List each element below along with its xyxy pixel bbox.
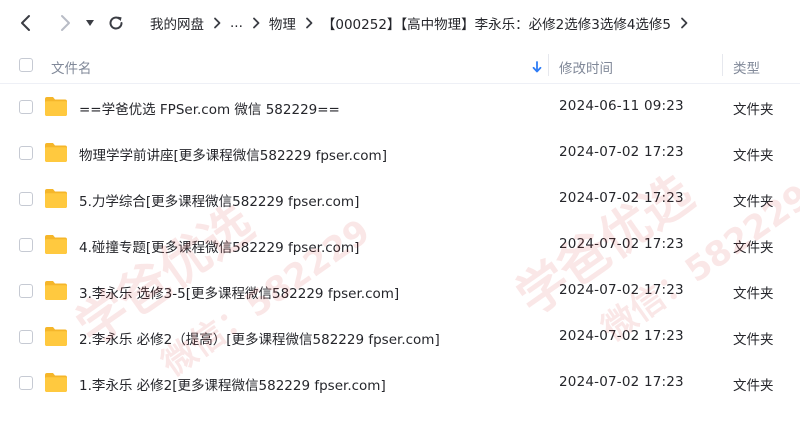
folder-icon: [45, 327, 67, 346]
breadcrumb-item-physics[interactable]: 物理: [269, 13, 296, 33]
column-header-type[interactable]: 类型: [733, 57, 760, 77]
file-row[interactable]: ==学爸优选 FPSer.com 微信 582229== 2024-06-11 …: [0, 84, 800, 130]
folder-icon: [45, 373, 67, 392]
breadcrumb-separator-icon: [252, 17, 260, 29]
file-name[interactable]: 1.李永乐 必修2[更多课程微信582229 fpser.com]: [79, 374, 386, 394]
file-type: 文件夹: [733, 148, 774, 164]
arrow-down-icon[interactable]: [532, 58, 542, 77]
file-modified-time: 2024-07-02 17:23: [559, 144, 684, 160]
breadcrumb-item-ellipsis[interactable]: ...: [230, 15, 243, 31]
breadcrumb-separator-icon: [213, 17, 221, 29]
row-checkbox[interactable]: [19, 376, 33, 390]
refresh-button[interactable]: [104, 11, 128, 35]
file-modified-time: 2024-06-11 09:23: [559, 98, 684, 114]
breadcrumb-separator-icon: [680, 17, 688, 29]
refresh-icon: [109, 16, 123, 30]
file-row[interactable]: 1.李永乐 必修2[更多课程微信582229 fpser.com] 2024-0…: [0, 360, 800, 406]
column-divider[interactable]: [548, 54, 549, 76]
forward-button[interactable]: [53, 11, 77, 35]
file-name[interactable]: 3.李永乐 选修3-5[更多课程微信582229 fpser.com]: [79, 282, 399, 302]
file-modified-time: 2024-07-02 17:23: [559, 282, 684, 298]
caret-down-icon: [86, 20, 94, 26]
file-type: 文件夹: [733, 102, 774, 118]
file-type: 文件夹: [733, 240, 774, 256]
file-name[interactable]: 5.力学综合[更多课程微信582229 fpser.com]: [79, 190, 359, 210]
chevron-right-icon: [61, 15, 70, 31]
breadcrumb: 我的网盘 ... 物理 【000252】【高中物理】李永乐：必修2选修3选修4选…: [150, 0, 697, 46]
file-row[interactable]: 4.碰撞专题[更多课程微信582229 fpser.com] 2024-07-0…: [0, 222, 800, 268]
folder-icon: [45, 189, 67, 208]
row-checkbox[interactable]: [19, 330, 33, 344]
select-all-checkbox[interactable]: [19, 58, 33, 72]
back-button[interactable]: [14, 11, 38, 35]
file-modified-time: 2024-07-02 17:23: [559, 190, 684, 206]
file-row[interactable]: 物理学学前讲座[更多课程微信582229 fpser.com] 2024-07-…: [0, 130, 800, 176]
file-modified-time: 2024-07-02 17:23: [559, 328, 684, 344]
folder-icon: [45, 235, 67, 254]
file-list-header: 文件名 修改时间 类型: [0, 46, 800, 84]
folder-icon: [45, 281, 67, 300]
file-name[interactable]: ==学爸优选 FPSer.com 微信 582229==: [79, 98, 340, 118]
file-type: 文件夹: [733, 194, 774, 210]
file-modified-time: 2024-07-02 17:23: [559, 374, 684, 390]
column-header-name[interactable]: 文件名: [51, 57, 92, 77]
file-name[interactable]: 2.李永乐 必修2（提高）[更多课程微信582229 fpser.com]: [79, 328, 440, 348]
breadcrumb-separator-icon: [305, 17, 313, 29]
column-divider[interactable]: [722, 54, 723, 76]
file-row[interactable]: 3.李永乐 选修3-5[更多课程微信582229 fpser.com] 2024…: [0, 268, 800, 314]
history-dropdown-button[interactable]: [80, 11, 100, 35]
file-modified-time: 2024-07-02 17:23: [559, 236, 684, 252]
file-row[interactable]: 2.李永乐 必修2（提高）[更多课程微信582229 fpser.com] 20…: [0, 314, 800, 360]
column-header-modified[interactable]: 修改时间: [559, 57, 613, 77]
row-checkbox[interactable]: [19, 238, 33, 252]
file-type: 文件夹: [733, 332, 774, 348]
toolbar: 我的网盘 ... 物理 【000252】【高中物理】李永乐：必修2选修3选修4选…: [0, 0, 800, 46]
file-type: 文件夹: [733, 378, 774, 394]
row-checkbox[interactable]: [19, 100, 33, 114]
breadcrumb-item-current-folder[interactable]: 【000252】【高中物理】李永乐：必修2选修3选修4选修5: [322, 13, 671, 33]
folder-icon: [45, 143, 67, 162]
breadcrumb-item-my-drive[interactable]: 我的网盘: [150, 13, 204, 33]
folder-icon: [45, 97, 67, 116]
row-checkbox[interactable]: [19, 192, 33, 206]
row-checkbox[interactable]: [19, 146, 33, 160]
row-checkbox[interactable]: [19, 284, 33, 298]
chevron-left-icon: [21, 15, 30, 31]
file-name[interactable]: 4.碰撞专题[更多课程微信582229 fpser.com]: [79, 236, 359, 256]
file-row[interactable]: 5.力学综合[更多课程微信582229 fpser.com] 2024-07-0…: [0, 176, 800, 222]
file-type: 文件夹: [733, 286, 774, 302]
file-name[interactable]: 物理学学前讲座[更多课程微信582229 fpser.com]: [79, 144, 387, 164]
